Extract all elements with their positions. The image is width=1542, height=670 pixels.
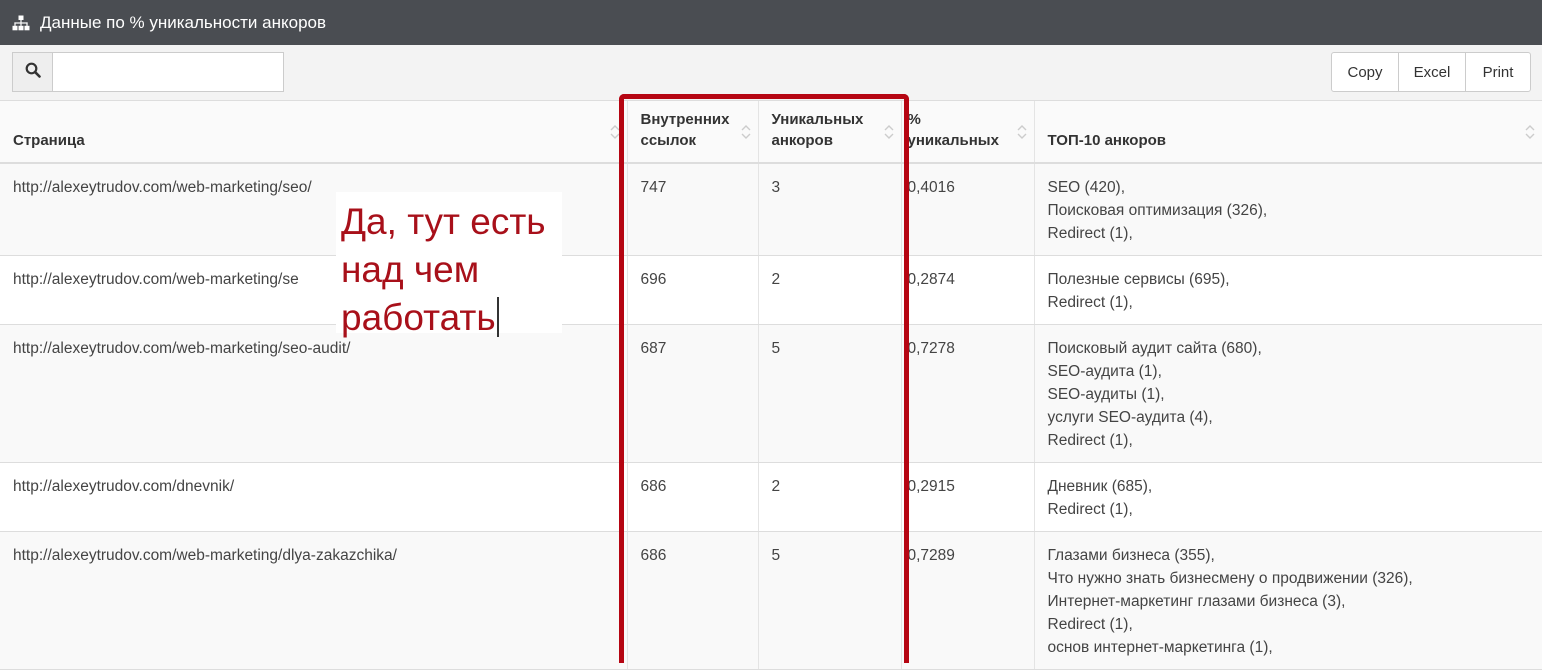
print-button[interactable]: Print xyxy=(1466,53,1530,91)
anchor-item: услуги SEO-аудита (4), xyxy=(1047,409,1213,426)
unique-anchors-cell: 2 xyxy=(758,255,902,325)
annotation-note: Да, тут есть над чем работать xyxy=(336,192,562,338)
anchor-item: Глазами бизнеса (355), xyxy=(1047,547,1215,564)
table-row: http://alexeytrudov.com/web-marketing/se… xyxy=(0,255,1542,325)
internal-links-cell: 747 xyxy=(627,163,759,256)
top-anchors-cell: Глазами бизнеса (355), Что нужно знать б… xyxy=(1034,531,1542,670)
annotation-line: работать xyxy=(341,294,562,342)
anchor-item: Поисковый аудит сайта (680), xyxy=(1047,340,1262,357)
text-cursor xyxy=(496,297,499,337)
unique-percent-cell: 0,2874 xyxy=(901,255,1035,325)
anchor-item: основ интернет-маркетинга (1), xyxy=(1047,639,1273,656)
table-row: http://alexeytrudov.com/web-marketing/se… xyxy=(0,324,1542,463)
anchor-item: Redirect (1), xyxy=(1047,225,1133,242)
sort-icon xyxy=(884,123,894,141)
page-cell: http://alexeytrudov.com/dnevnik/ xyxy=(0,462,628,532)
table-row: http://alexeytrudov.com/web-marketing/se… xyxy=(0,163,1542,256)
sort-icon xyxy=(741,123,751,141)
annotation-line: над чем xyxy=(341,249,480,290)
sort-icon xyxy=(1017,123,1027,141)
anchor-item: Redirect (1), xyxy=(1047,432,1133,449)
unique-anchors-cell: 5 xyxy=(758,324,902,463)
table-row: http://alexeytrudov.com/web-marketing/dl… xyxy=(0,531,1542,670)
anchor-item: SEO-аудиты (1), xyxy=(1047,386,1165,403)
anchor-item: Интернет-маркетинг глазами бизнеса (3), xyxy=(1047,593,1346,610)
anchor-item: Что нужно знать бизнесмену о продвижении… xyxy=(1047,570,1413,587)
export-buttons: Copy Excel Print xyxy=(1331,52,1531,92)
sort-icon xyxy=(1525,123,1535,141)
internal-links-cell: 686 xyxy=(627,531,759,670)
sort-icon xyxy=(610,123,620,141)
internal-links-cell: 696 xyxy=(627,255,759,325)
internal-links-cell: 686 xyxy=(627,462,759,532)
anchor-item: Redirect (1), xyxy=(1047,501,1133,518)
annotation-line: Да, тут есть xyxy=(341,201,546,242)
anchor-item: Redirect (1), xyxy=(1047,616,1133,633)
internal-links-cell: 687 xyxy=(627,324,759,463)
unique-anchors-cell: 2 xyxy=(758,462,902,532)
copy-button[interactable]: Copy xyxy=(1332,53,1399,91)
unique-percent-cell: 0,7278 xyxy=(901,324,1035,463)
search-box xyxy=(12,52,284,92)
anchor-item: Поисковая оптимизация (326), xyxy=(1047,202,1268,219)
column-header-page[interactable]: Страница xyxy=(0,101,628,164)
anchor-uniqueness-table: Страница Внутренних ссылок Уникальных ан… xyxy=(0,101,1542,670)
page-cell: http://alexeytrudov.com/web-marketing/dl… xyxy=(0,531,628,670)
table-row: http://alexeytrudov.com/dnevnik/ 686 2 0… xyxy=(0,462,1542,532)
unique-anchors-cell: 5 xyxy=(758,531,902,670)
unique-percent-cell: 0,7289 xyxy=(901,531,1035,670)
search-button[interactable] xyxy=(13,53,53,91)
search-icon xyxy=(25,62,41,83)
top-anchors-cell: Поисковый аудит сайта (680), SEO-аудита … xyxy=(1034,324,1542,463)
anchor-item: Полезные сервисы (695), xyxy=(1047,271,1230,288)
search-input[interactable] xyxy=(53,53,283,91)
table-header-row: Страница Внутренних ссылок Уникальных ан… xyxy=(0,101,1542,164)
panel-title: Данные по % уникальности анкоров xyxy=(40,12,327,32)
column-header-internal-links[interactable]: Внутренних ссылок xyxy=(627,101,759,164)
page-cell: http://alexeytrudov.com/web-marketing/se… xyxy=(0,324,628,463)
column-header-top-anchors[interactable]: ТОП-10 анкоров xyxy=(1034,101,1542,164)
excel-button[interactable]: Excel xyxy=(1399,53,1466,91)
table-toolbar: Copy Excel Print xyxy=(0,45,1542,101)
unique-percent-cell: 0,4016 xyxy=(901,163,1035,256)
unique-percent-cell: 0,2915 xyxy=(901,462,1035,532)
column-header-unique-percent[interactable]: % уникальных xyxy=(901,101,1035,164)
top-anchors-cell: Полезные сервисы (695), Redirect (1), xyxy=(1034,255,1542,325)
anchor-item: SEO-аудита (1), xyxy=(1047,363,1162,380)
panel-header: Данные по % уникальности анкоров xyxy=(0,0,1542,45)
anchor-item: Дневник (685), xyxy=(1047,478,1153,495)
anchor-item: SEO (420), xyxy=(1047,179,1126,196)
column-header-unique-anchors[interactable]: Уникальных анкоров xyxy=(758,101,902,164)
top-anchors-cell: SEO (420), Поисковая оптимизация (326), … xyxy=(1034,163,1542,256)
top-anchors-cell: Дневник (685), Redirect (1), xyxy=(1034,462,1542,532)
anchor-item: Redirect (1), xyxy=(1047,294,1133,311)
unique-anchors-cell: 3 xyxy=(758,163,902,256)
sitemap-icon xyxy=(12,15,32,31)
